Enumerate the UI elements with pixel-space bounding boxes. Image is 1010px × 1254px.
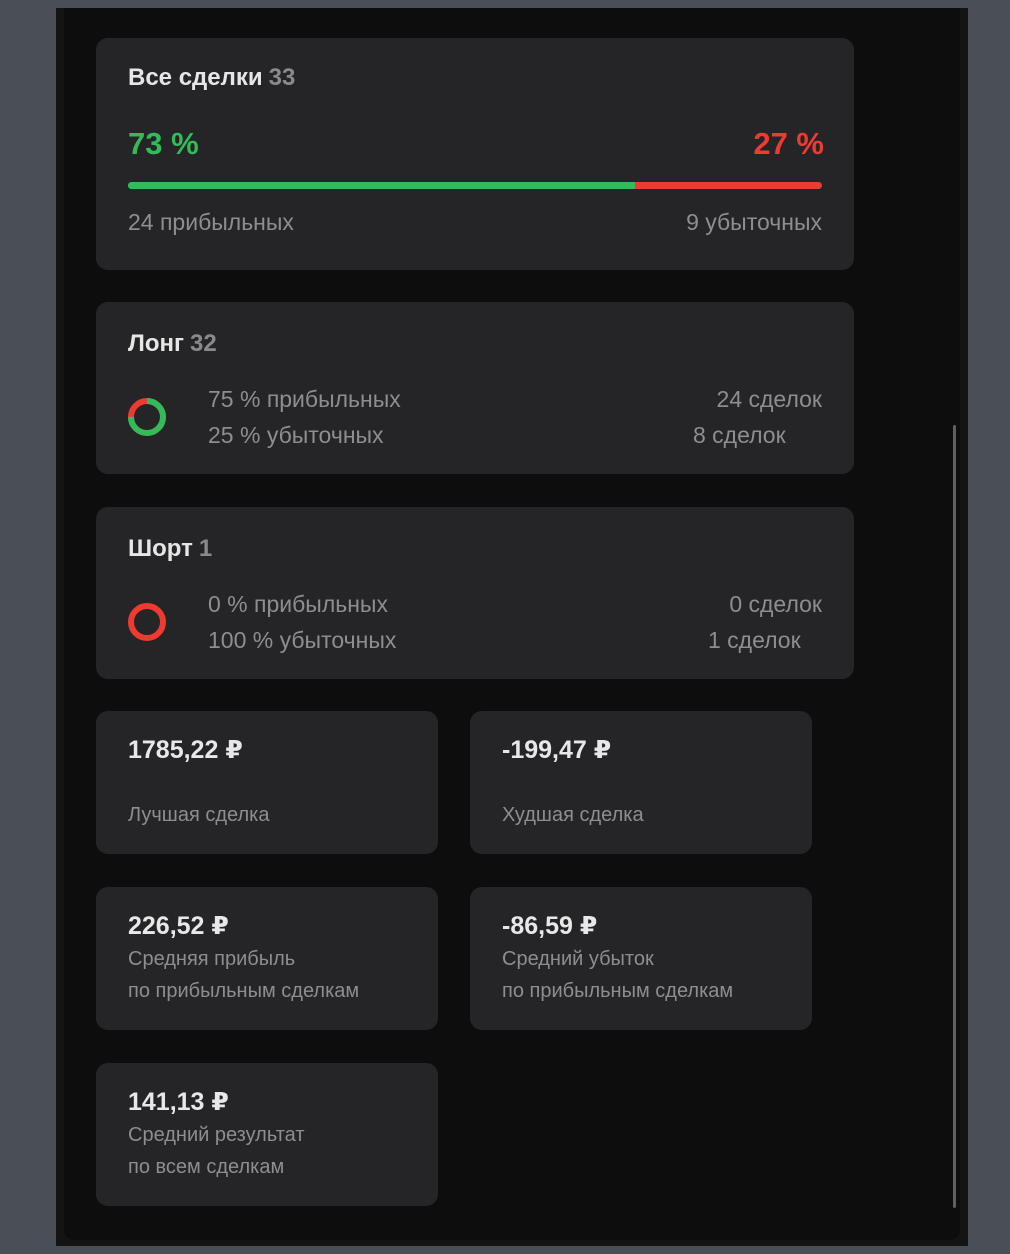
- short-profit-line: 0 % прибыльных: [208, 591, 388, 617]
- all-deals-title-text: Все сделки: [128, 64, 263, 91]
- best-deal-label: Лучшая сделка: [128, 804, 270, 826]
- best-deal-value: 1785,22 ₽: [128, 736, 243, 764]
- scrollbar[interactable]: [953, 425, 956, 1208]
- profit-count-label: 24 прибыльных: [128, 209, 294, 235]
- loss-count-label: 9 убыточных: [686, 209, 822, 235]
- worst-deal-value: -199,47 ₽: [502, 736, 612, 764]
- all-deals-count: 33: [268, 64, 296, 91]
- best-deal-card: 1785,22 ₽ Лучшая сделка: [96, 711, 438, 854]
- avg-loss-card: -86,59 ₽ Средний убыток по прибыльным сд…: [470, 887, 812, 1030]
- long-title: Лонг 32: [128, 330, 217, 358]
- long-count: 32: [190, 330, 217, 357]
- avg-result-value: 141,13 ₽: [128, 1088, 229, 1116]
- avg-profit-value: 226,52 ₽: [128, 912, 229, 940]
- long-title-text: Лонг: [128, 330, 184, 357]
- avg-loss-sublabel: по прибыльным сделкам: [502, 980, 734, 1002]
- donut-chart-icon: [128, 398, 166, 436]
- all-deals-title: Все сделки 33: [128, 64, 295, 92]
- short-profit-deals: 0 сделок: [729, 591, 822, 617]
- profit-percent: 73 %: [128, 126, 199, 161]
- long-profit-line: 75 % прибыльных: [208, 386, 401, 412]
- profit-loss-bar: [128, 182, 822, 189]
- short-loss-line: 100 % убыточных: [208, 627, 397, 653]
- profit-bar-fill: [128, 182, 635, 189]
- short-loss-deals: 1 сделок: [708, 627, 801, 653]
- long-loss-deals: 8 сделок: [693, 422, 786, 448]
- short-title-text: Шорт: [128, 535, 193, 562]
- worst-deal-card: -199,47 ₽ Худшая сделка: [470, 711, 812, 854]
- avg-profit-card: 226,52 ₽ Средняя прибыль по прибыльным с…: [96, 887, 438, 1030]
- loss-percent: 27 %: [753, 126, 824, 161]
- avg-result-label: Средний результат: [128, 1124, 305, 1146]
- worst-deal-label: Худшая сделка: [502, 804, 644, 826]
- short-title: Шорт 1: [128, 535, 212, 563]
- long-loss-line: 25 % убыточных: [208, 422, 384, 448]
- avg-loss-value: -86,59 ₽: [502, 912, 598, 940]
- avg-profit-label: Средняя прибыль: [128, 948, 296, 970]
- avg-result-sublabel: по всем сделкам: [128, 1156, 285, 1178]
- all-deals-card: Все сделки 33 73 % 27 % 24 прибыльных 9 у…: [96, 38, 854, 270]
- long-profit-deals: 24 сделок: [716, 386, 822, 412]
- short-card: Шорт 1 0 % прибыльных 100 % убыточных 0 с…: [96, 507, 854, 679]
- avg-loss-label: Средний убыток: [502, 948, 654, 970]
- long-card: Лонг 32 75 % прибыльных 25 % убыточных 24…: [96, 302, 854, 474]
- avg-result-card: 141,13 ₽ Средний результат по всем сделк…: [96, 1063, 438, 1206]
- short-count: 1: [198, 535, 213, 562]
- avg-profit-sublabel: по прибыльным сделкам: [128, 980, 360, 1002]
- donut-chart-icon: [128, 603, 166, 641]
